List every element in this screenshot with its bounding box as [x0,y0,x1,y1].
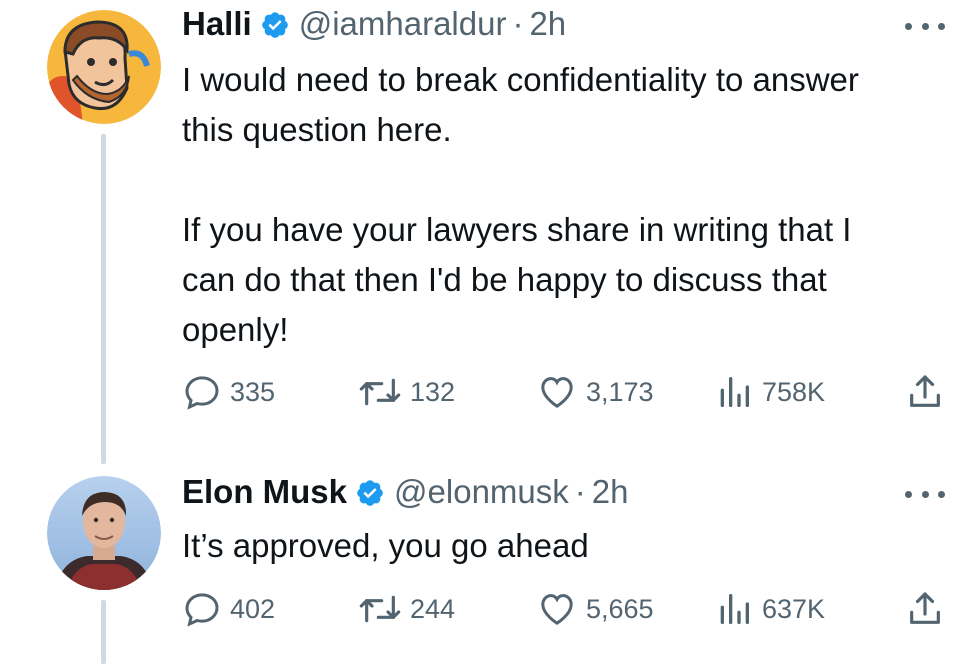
author-handle[interactable]: @iamharaldur [299,4,507,44]
retweet-button[interactable]: 244 [358,589,455,629]
views-icon [720,377,749,407]
author-name[interactable]: Halli [182,4,252,44]
tweet-paragraph: I would need to break confidentiality to… [182,61,859,148]
tweet-header: Elon Musk @elonmusk · 2h [182,472,628,512]
tweet-header: Halli @iamharaldur · 2h [182,4,566,44]
separator-dot: · [574,473,586,510]
more-icon[interactable] [905,20,945,32]
retweet-icon [359,378,401,406]
like-button[interactable]: 3,173 [536,372,654,412]
verified-badge-icon [355,477,385,507]
like-button[interactable]: 5,665 [536,589,654,629]
reply-icon [185,376,219,410]
views-button[interactable]: 637K [714,589,825,629]
share-icon [910,375,940,407]
retweet-button[interactable]: 132 [358,372,455,412]
like-count: 5,665 [586,593,654,624]
author-handle[interactable]: @elonmusk [394,472,569,512]
reply-button[interactable]: 335 [182,372,275,412]
avatar[interactable] [47,10,161,124]
like-icon [541,377,573,408]
verified-badge-icon [260,9,290,39]
views-button[interactable]: 758K [714,372,825,412]
retweet-icon [359,595,401,623]
tweet-paragraph: If you have your lawyers share in writin… [182,211,852,348]
views-count: 758K [762,376,826,407]
like-icon [541,594,573,625]
retweet-count: 132 [410,376,456,407]
avatar[interactable] [47,476,161,590]
share-icon [910,592,940,624]
thread-line-top [101,134,106,464]
share-button[interactable] [905,372,945,412]
tweet-text: It’s approved, you go ahead [182,521,882,571]
tweet-paragraph: It’s approved, you go ahead [182,527,589,564]
photo-avatar-icon [47,476,161,590]
cartoon-avatar-icon [47,10,161,124]
views-icon [720,594,749,624]
reply-button[interactable]: 402 [182,589,275,629]
views-count: 637K [762,593,826,624]
thread-line-bottom [101,600,106,664]
timestamp[interactable]: 2h [529,4,566,44]
separator-dot: · [512,5,524,42]
more-icon[interactable] [905,488,945,500]
timestamp[interactable]: 2h [592,472,629,512]
share-button[interactable] [905,589,945,629]
like-count: 3,173 [586,376,654,407]
reply-icon [185,593,219,627]
author-name[interactable]: Elon Musk [182,472,347,512]
reply-count: 402 [230,593,276,624]
retweet-count: 244 [410,593,456,624]
tweet-text: I would need to break confidentiality to… [182,55,882,355]
reply-count: 335 [230,376,276,407]
